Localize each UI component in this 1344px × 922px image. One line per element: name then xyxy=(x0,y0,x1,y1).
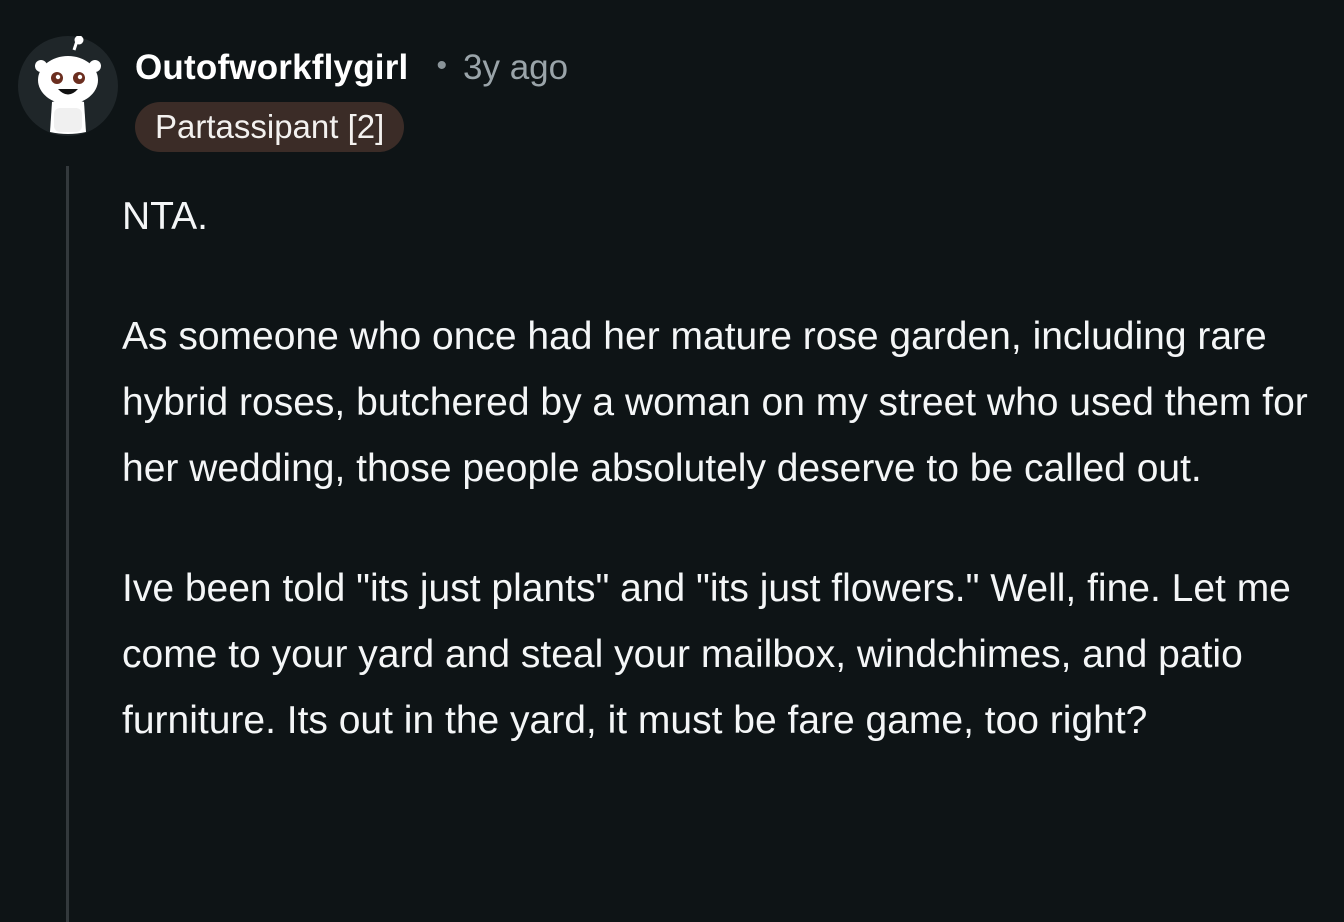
meta-separator: • xyxy=(436,49,447,82)
comment-timestamp[interactable]: 3y ago xyxy=(463,48,568,88)
paragraph: Ive been told "its just plants" and "its… xyxy=(122,556,1322,754)
snoo-avatar-icon xyxy=(18,35,118,136)
text-line: people absolutely deserve to be called o… xyxy=(462,447,1202,490)
text-line: As someone who once had her mature rose … xyxy=(122,315,1022,358)
author-username[interactable]: Outofworkflygirl xyxy=(135,48,408,88)
paragraph: As someone who once had her mature rose … xyxy=(122,304,1322,502)
user-avatar[interactable] xyxy=(18,35,118,136)
text-line: NTA. xyxy=(122,195,208,238)
text-line: Ive been told "its just plants" and "its… xyxy=(122,567,980,610)
thread-line[interactable] xyxy=(66,166,69,922)
paragraph: NTA. xyxy=(122,184,1322,250)
comment-body: NTA. As someone who once had her mature … xyxy=(122,184,1322,808)
comment-header: Outofworkflygirl • 3y ago xyxy=(135,46,568,90)
comment: Outofworkflygirl • 3y ago Partassipant [… xyxy=(0,0,1344,922)
user-flair: Partassipant [2] xyxy=(135,102,405,152)
text-line: yard, it must be fare game, too right? xyxy=(510,699,1148,742)
